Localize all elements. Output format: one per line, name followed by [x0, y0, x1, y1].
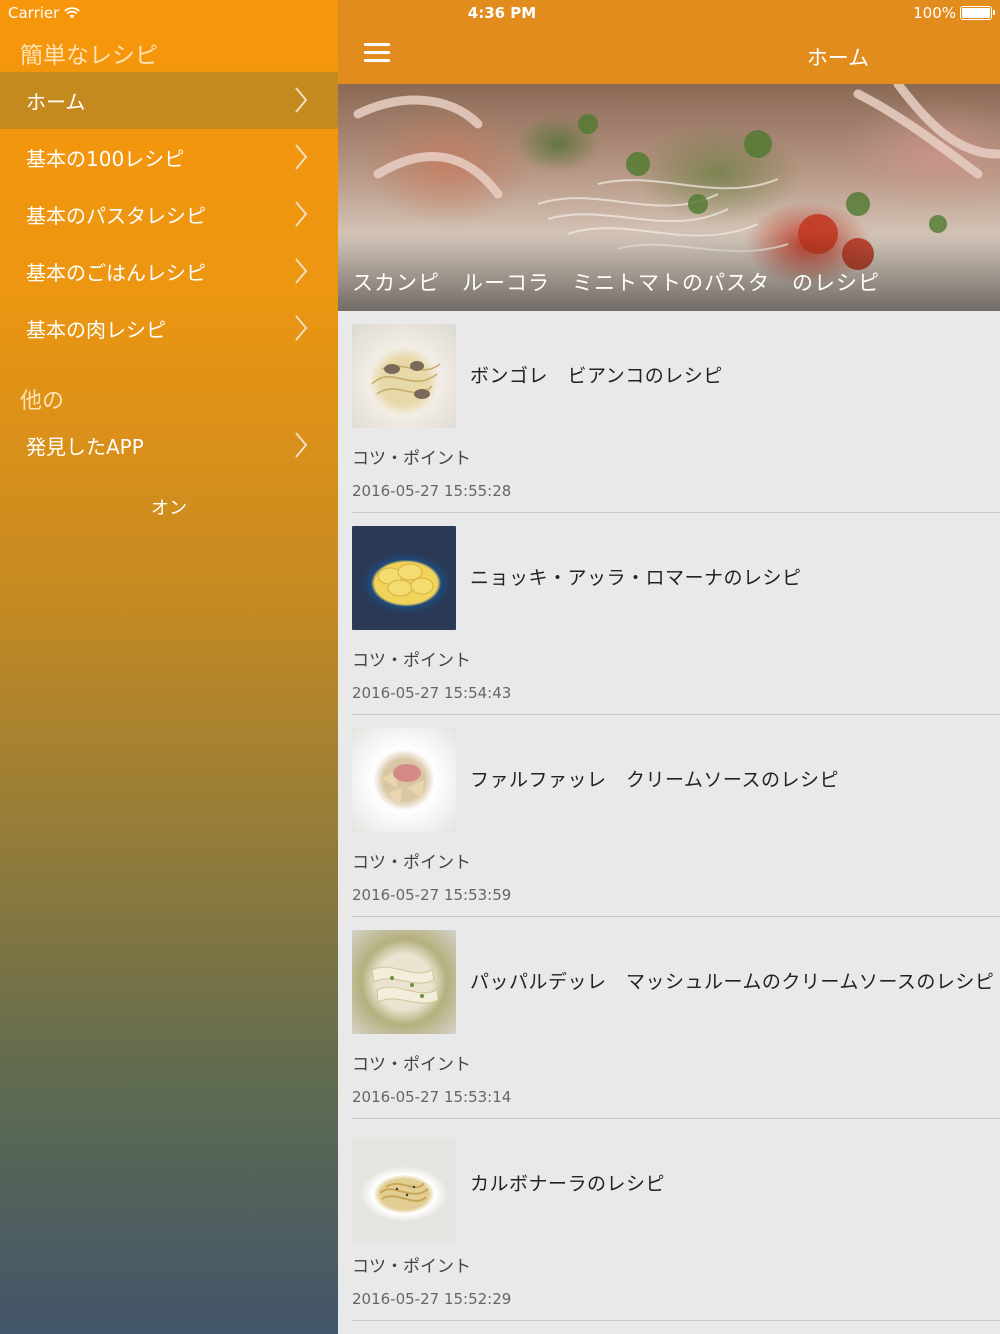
status-time: 4:36 PM	[467, 4, 537, 22]
app-title: 簡単なレシピ	[20, 43, 158, 69]
recipe-date: 2016-05-27 15:54:43	[352, 684, 512, 702]
recipe-row[interactable]: パッパルデッレ マッシュルームのクリームソースのレシピ コツ・ポイント 2016…	[338, 917, 1000, 1119]
menu-item-label: 基本のパスタレシピ	[26, 204, 206, 228]
recipe-point-label: コツ・ポイント	[352, 853, 471, 873]
page-title: ホーム	[806, 46, 870, 70]
recipe-thumbnail	[352, 324, 456, 428]
recipe-point-label: コツ・ポイント	[352, 651, 471, 671]
recipe-date: 2016-05-27 15:52:29	[352, 1290, 512, 1308]
recipe-row[interactable]: ファルファッレ クリームソースのレシピ コツ・ポイント 2016-05-27 1…	[338, 715, 1000, 917]
featured-recipe-banner[interactable]: スカンピ ルーコラ ミニトマトのパスタ のレシピ	[338, 84, 1000, 311]
recipe-thumbnail	[352, 526, 456, 630]
recipe-title: パッパルデッレ マッシュルームのクリームソースのレシピ	[470, 971, 995, 993]
footer-toggle-label[interactable]: オン	[0, 494, 338, 520]
status-battery: 100%	[913, 4, 995, 22]
battery-icon	[960, 6, 995, 20]
recipe-date: 2016-05-27 15:53:14	[352, 1088, 512, 1106]
recipe-thumbnail	[352, 728, 456, 832]
recipe-title: カルボナーラのレシピ	[470, 1173, 666, 1195]
chevron-right-icon	[295, 201, 308, 227]
side-menu: Carrier 簡単なレシピ ホーム 基本の100レシピ 基本のパスタレシピ 基…	[0, 0, 338, 1334]
menu-item-pasta[interactable]: 基本のパスタレシピ	[0, 186, 338, 243]
recipe-date: 2016-05-27 15:55:28	[352, 482, 512, 500]
recipe-row[interactable]: ボンゴレ ビアンコのレシピ コツ・ポイント 2016-05-27 15:55:2…	[338, 311, 1000, 513]
battery-percent: 100%	[913, 4, 956, 22]
carrier-label: Carrier	[8, 4, 60, 22]
menu-item-discovered-app[interactable]: 発見したAPP	[0, 417, 338, 474]
chevron-right-icon	[295, 144, 308, 170]
recipe-point-label: コツ・ポイント	[352, 449, 471, 469]
chevron-right-icon	[295, 258, 308, 284]
menu-item-label: 基本の肉レシピ	[26, 318, 166, 342]
menu-item-rice[interactable]: 基本のごはんレシピ	[0, 243, 338, 300]
recipe-row[interactable]: カルボナーラのレシピ コツ・ポイント 2016-05-27 15:52:29	[338, 1119, 1000, 1321]
row-divider	[352, 1320, 1000, 1321]
recipe-title: ボンゴレ ビアンコのレシピ	[470, 365, 723, 387]
menu-item-meat[interactable]: 基本の肉レシピ	[0, 300, 338, 357]
wifi-icon	[64, 7, 81, 19]
recipe-title: ニョッキ・アッラ・ロマーナのレシピ	[470, 567, 802, 589]
recipe-row[interactable]: ニョッキ・アッラ・ロマーナのレシピ コツ・ポイント 2016-05-27 15:…	[338, 513, 1000, 715]
status-carrier: Carrier	[8, 4, 81, 22]
chevron-right-icon	[295, 87, 308, 113]
recipe-point-label: コツ・ポイント	[352, 1055, 471, 1075]
navigation-bar: 4:36 PM 100% ホーム	[338, 0, 1000, 84]
chevron-right-icon	[295, 315, 308, 341]
chevron-right-icon	[295, 432, 308, 458]
recipe-point-label: コツ・ポイント	[352, 1257, 471, 1277]
recipe-thumbnail	[352, 1137, 456, 1241]
recipe-title: ファルファッレ クリームソースのレシピ	[470, 769, 839, 791]
hamburger-menu-icon[interactable]	[364, 43, 390, 63]
menu-item-basic-100[interactable]: 基本の100レシピ	[0, 129, 338, 186]
menu-item-home[interactable]: ホーム	[0, 72, 338, 129]
menu-item-label: 発見したAPP	[26, 435, 144, 459]
section-title-other: 他の	[20, 389, 65, 414]
menu-item-label: 基本の100レシピ	[26, 147, 185, 171]
featured-recipe-title: スカンピ ルーコラ ミニトマトのパスタ のレシピ	[352, 271, 880, 295]
menu-item-label: ホーム	[26, 90, 86, 114]
main-panel: 4:36 PM 100% ホーム スカンピ ルーコラ ミニトマトのパスタ のレシ…	[338, 0, 1000, 1334]
recipe-date: 2016-05-27 15:53:59	[352, 886, 512, 904]
recipe-thumbnail	[352, 930, 456, 1034]
menu-item-label: 基本のごはんレシピ	[26, 261, 206, 285]
